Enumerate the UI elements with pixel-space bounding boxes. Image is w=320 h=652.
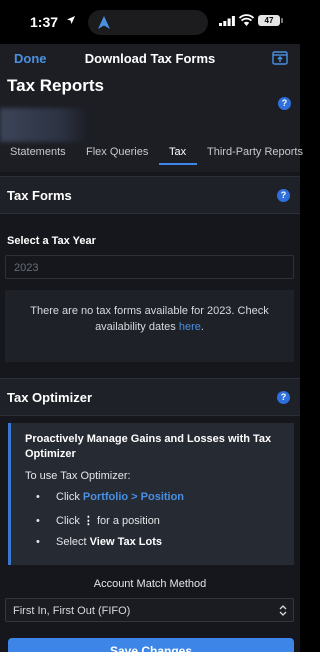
location-arrow-icon xyxy=(67,16,75,24)
tax-year-value: 2023 xyxy=(14,262,39,274)
tax-forms-help-icon[interactable]: ? xyxy=(277,189,290,202)
step-3-prefix: Select xyxy=(56,536,90,548)
nav-bar: Download Tax Forms Done xyxy=(0,44,300,74)
no-forms-text: There are no tax forms available for 202… xyxy=(23,303,276,335)
no-forms-notice: There are no tax forms available for 202… xyxy=(5,290,294,362)
tax-year-label: Select a Tax Year xyxy=(7,235,96,247)
account-selector-blurred[interactable] xyxy=(0,108,88,142)
signal-icon xyxy=(219,16,235,26)
active-tab-indicator xyxy=(159,163,197,165)
optimizer-step-1: • Click Portfolio > Position xyxy=(36,491,184,503)
tax-forms-title: Tax Forms xyxy=(7,188,72,203)
step-1-prefix: Click xyxy=(56,491,83,503)
optimizer-heading: Proactively Manage Gains and Losses with… xyxy=(25,433,272,460)
bullet: • xyxy=(36,515,40,527)
optimizer-step-3: • Select View Tax Lots xyxy=(36,536,162,548)
view-tax-lots-text: View Tax Lots xyxy=(89,536,162,548)
report-tabs: Statements Flex Queries Tax Third-Party … xyxy=(0,140,303,166)
notice-end: . xyxy=(200,321,204,333)
main-content: Tax Forms ? Select a Tax Year 2023 There… xyxy=(0,172,300,652)
status-time: 1:37 xyxy=(30,14,59,30)
tax-optimizer-card: Proactively Manage Gains and Losses with… xyxy=(8,423,294,565)
tax-optimizer-help-icon[interactable]: ? xyxy=(277,391,290,404)
tax-optimizer-header: Tax Optimizer ? xyxy=(0,378,300,416)
battery-icon: 47 xyxy=(258,15,280,26)
optimizer-intro: To use Tax Optimizer: xyxy=(25,470,131,482)
navigation-arrow-icon xyxy=(98,16,110,29)
match-method-value: First In, First Out (FIFO) xyxy=(13,605,131,617)
chevron-up-down-icon xyxy=(279,605,287,616)
step-2-suffix: for a position xyxy=(93,515,160,527)
tax-forms-header: Tax Forms ? xyxy=(0,176,300,214)
availability-dates-link[interactable]: here xyxy=(179,321,201,333)
page-title: Tax Reports xyxy=(7,76,104,95)
optimizer-step-2: • Click ⋮ for a position xyxy=(36,514,160,527)
done-button[interactable]: Done xyxy=(14,51,47,66)
tab-tax[interactable]: Tax xyxy=(169,146,186,158)
dynamic-island xyxy=(88,10,208,35)
upload-icon[interactable] xyxy=(272,51,288,66)
status-bar: 1:37 47 xyxy=(0,0,300,44)
tab-flex-queries[interactable]: Flex Queries xyxy=(86,146,148,158)
more-options-icon: ⋮ xyxy=(82,515,94,527)
bullet: • xyxy=(36,536,40,548)
tax-year-select[interactable]: 2023 xyxy=(5,255,294,279)
match-method-select[interactable]: First In, First Out (FIFO) xyxy=(5,598,294,622)
portfolio-position-link[interactable]: Portfolio > Position xyxy=(83,491,184,503)
bullet: • xyxy=(36,491,40,503)
tab-third-party-reports[interactable]: Third-Party Reports xyxy=(207,146,303,158)
save-changes-button[interactable]: Save Changes xyxy=(8,638,294,652)
help-icon[interactable]: ? xyxy=(278,97,291,110)
notice-text: There are no tax forms available for 202… xyxy=(30,305,269,333)
battery-tip xyxy=(281,18,283,23)
wifi-icon xyxy=(239,14,254,26)
match-method-label: Account Match Method xyxy=(93,578,207,590)
tab-statements[interactable]: Statements xyxy=(10,146,66,158)
step-2-prefix: Click xyxy=(56,515,83,527)
tax-optimizer-title: Tax Optimizer xyxy=(7,390,93,405)
